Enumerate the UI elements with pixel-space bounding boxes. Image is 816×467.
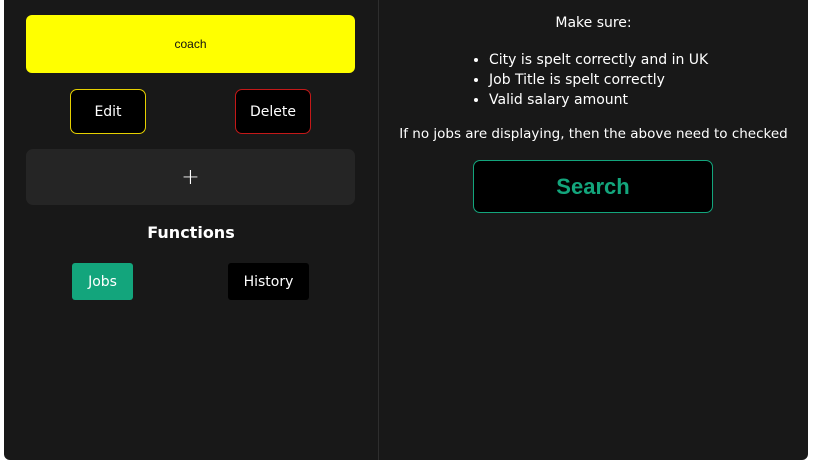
instruction-item: City is spelt correctly and in UK [489,50,708,70]
delete-button[interactable]: Delete [235,89,311,134]
right-panel: Make sure: City is spelt correctly and i… [379,0,808,460]
functions-title: Functions [147,223,235,242]
search-button[interactable]: Search [473,160,713,213]
search-term-card[interactable]: coach [26,15,355,73]
instructions-heading: Make sure: [555,15,632,31]
instruction-item: Valid salary amount [489,90,708,110]
history-button[interactable]: History [228,263,309,300]
edit-button[interactable]: Edit [70,89,146,134]
add-button[interactable]: + [26,149,355,205]
instruction-item: Job Title is spelt correctly [489,70,708,90]
jobs-button[interactable]: Jobs [72,263,133,300]
app-window: coach Edit Delete + Functions Jobs Histo… [4,0,808,460]
search-term-label: coach [174,37,207,51]
plus-icon: + [181,164,200,190]
instructions-note: If no jobs are displaying, then the abov… [399,126,788,142]
left-panel: coach Edit Delete + Functions Jobs Histo… [4,0,379,460]
instructions-list: City is spelt correctly and in UK Job Ti… [474,50,708,110]
